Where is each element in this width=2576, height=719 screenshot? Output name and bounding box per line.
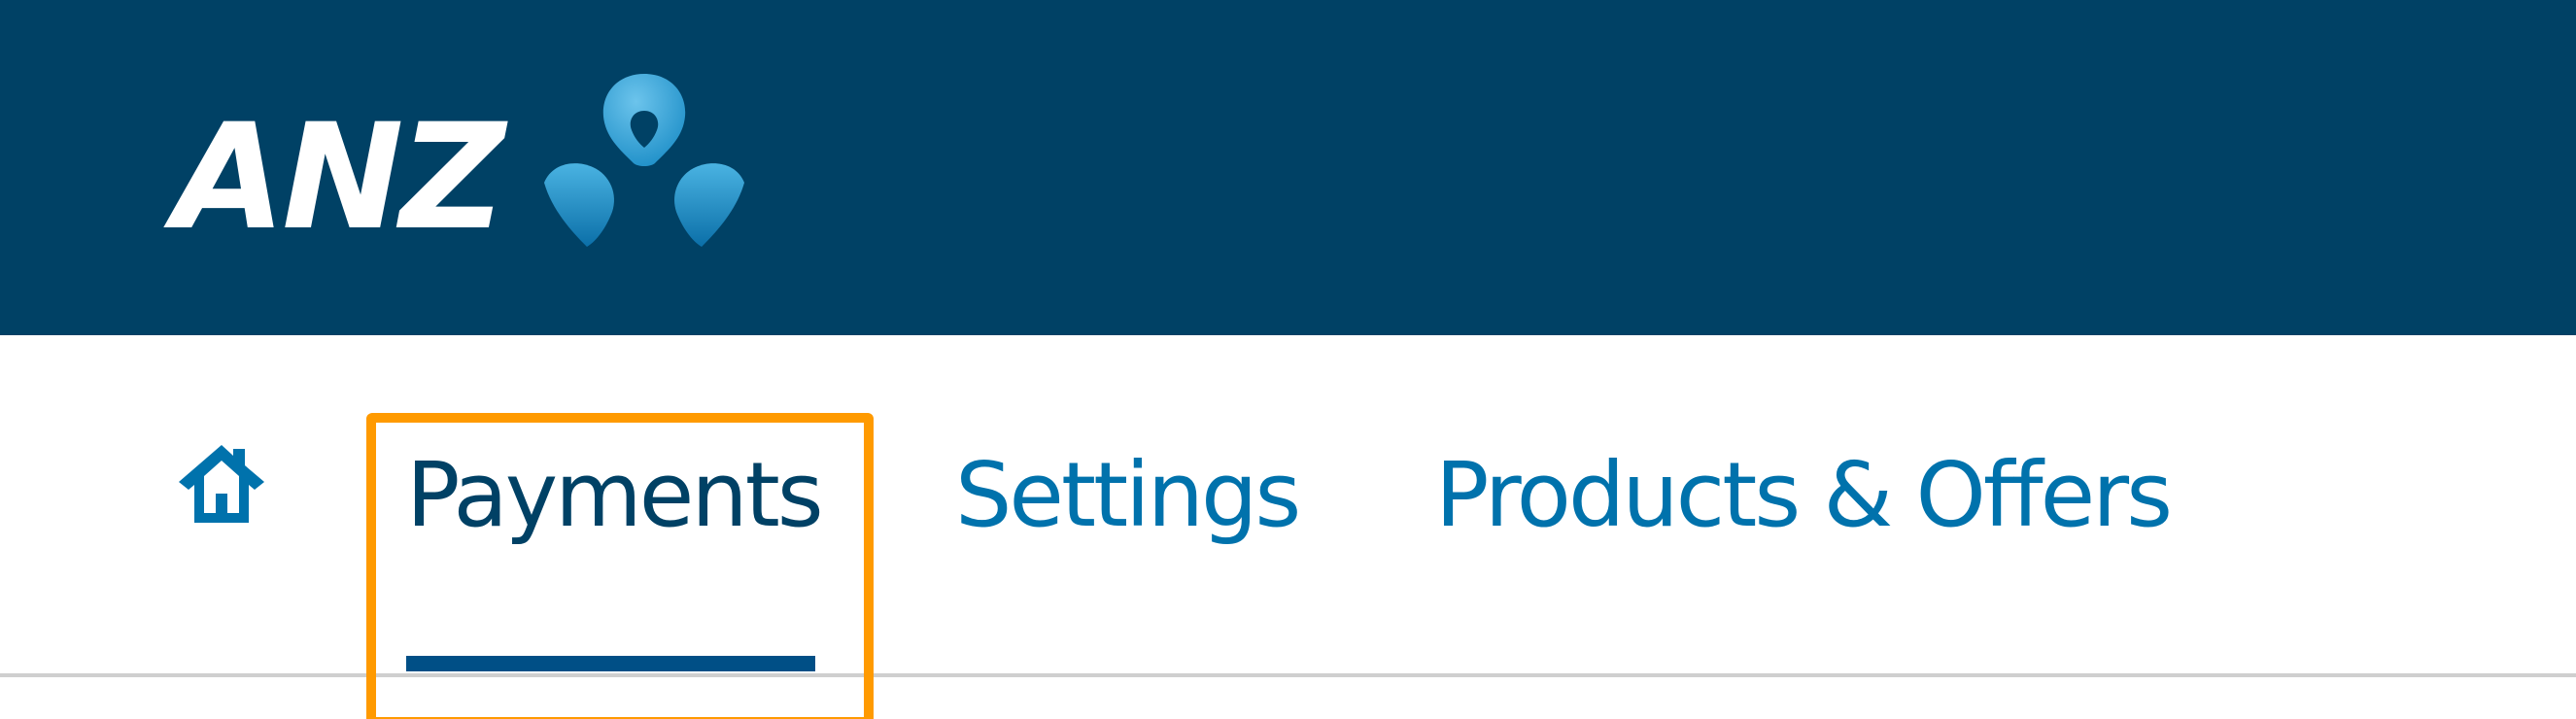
anz-logo[interactable]: ANZ bbox=[173, 66, 756, 260]
app-header: ANZ bbox=[0, 0, 2576, 335]
nav-divider bbox=[0, 673, 2576, 677]
anz-logo-wordmark: ANZ bbox=[173, 93, 505, 262]
tab-products-offers[interactable]: Products & Offers bbox=[1435, 428, 2173, 564]
home-icon bbox=[179, 445, 264, 523]
tab-payments[interactable]: Payments bbox=[406, 428, 824, 564]
active-tab-indicator bbox=[406, 656, 815, 671]
tab-settings[interactable]: Settings bbox=[955, 428, 1301, 564]
anz-people-mark-icon bbox=[544, 74, 744, 247]
home-button[interactable] bbox=[173, 439, 270, 527]
anz-app-page: ANZ Payments Settings Products & Offers bbox=[0, 0, 2576, 719]
